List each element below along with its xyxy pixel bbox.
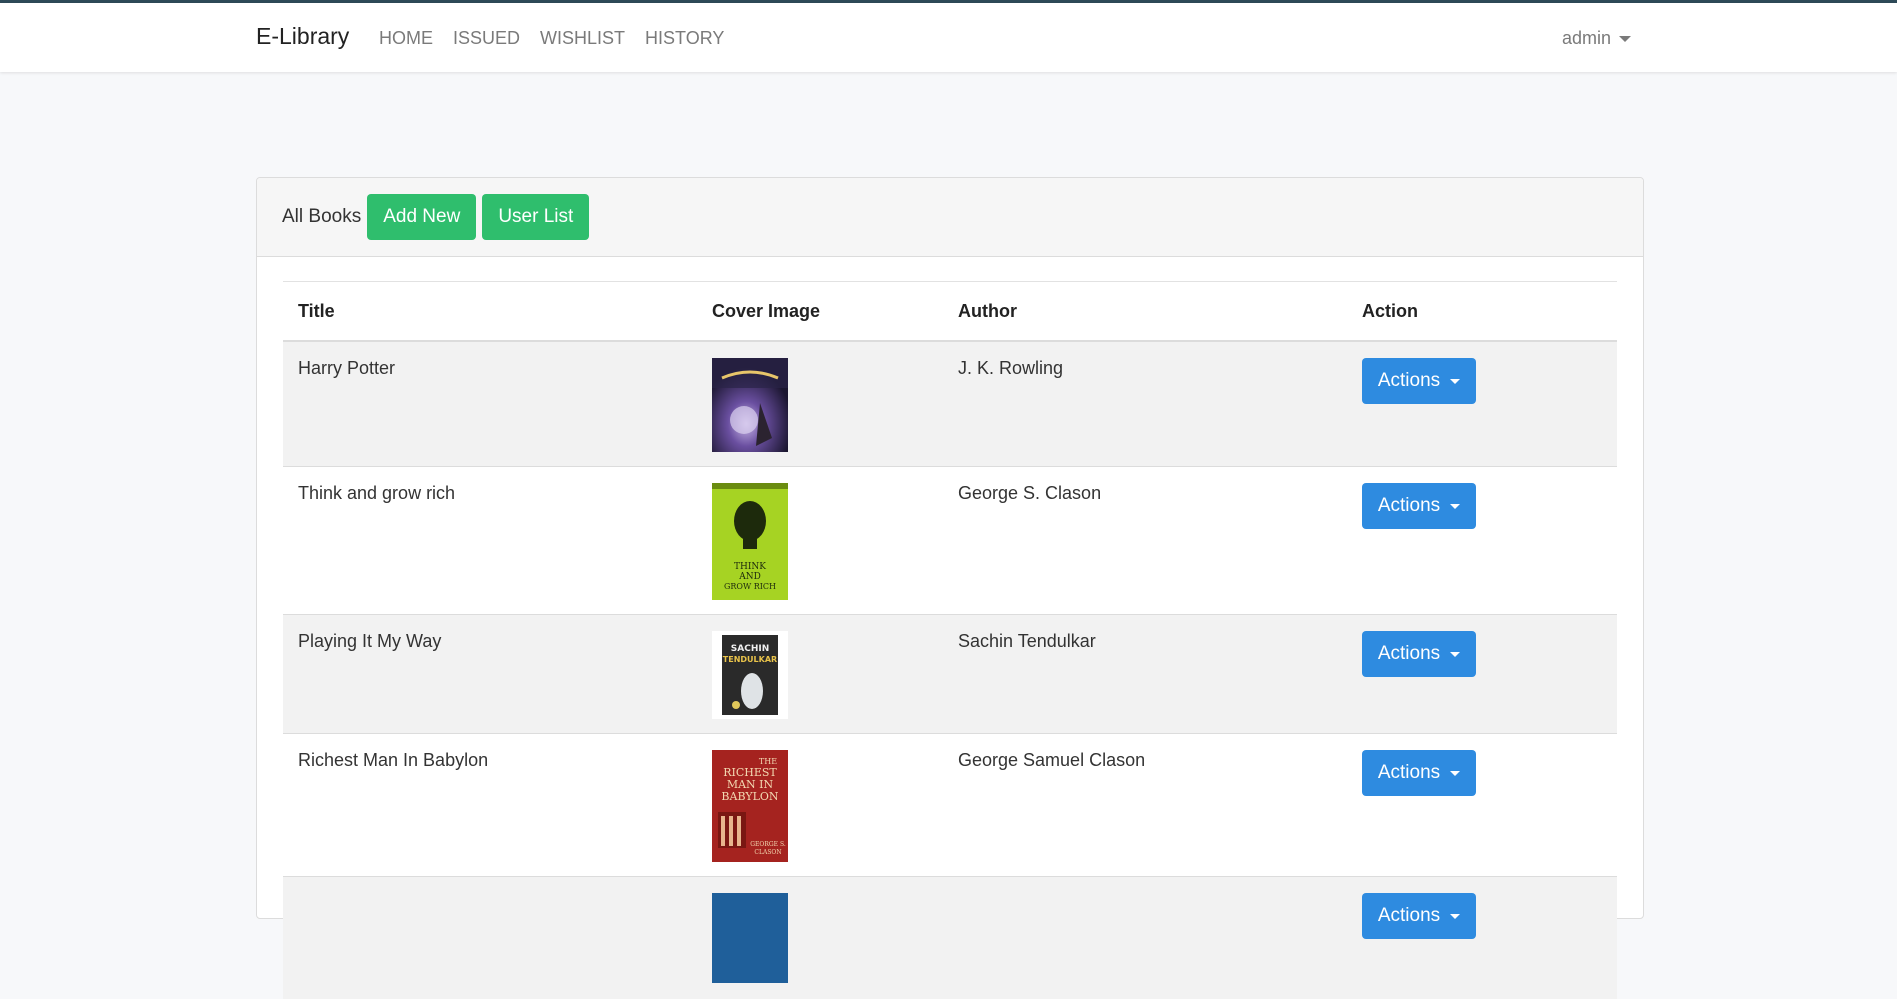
chevron-down-icon — [1450, 914, 1460, 919]
actions-dropdown-button[interactable]: Actions — [1362, 358, 1476, 404]
book-author: Sachin Tendulkar — [943, 615, 1347, 734]
book-cover-image — [712, 358, 788, 452]
actions-label: Actions — [1378, 370, 1440, 392]
book-cover-image: THINK AND GROW RICH — [712, 483, 788, 600]
add-new-button[interactable]: Add New — [367, 194, 476, 240]
book-cover-image: THE RICHEST MAN IN BABYLON GEORGE S. CLA… — [712, 750, 788, 862]
book-title — [283, 877, 697, 999]
action-cell: Actions — [1347, 467, 1617, 615]
table-row: Actions — [283, 877, 1617, 999]
actions-dropdown-button[interactable]: Actions — [1362, 631, 1476, 677]
action-cell: Actions — [1347, 341, 1617, 467]
brand-logo[interactable]: E-Library — [256, 23, 349, 50]
nav-issued[interactable]: ISSUED — [453, 28, 520, 49]
svg-text:BABYLON: BABYLON — [721, 790, 779, 803]
book-author — [943, 877, 1347, 999]
chevron-down-icon — [1450, 652, 1460, 657]
svg-text:TENDULKAR: TENDULKAR — [723, 655, 777, 664]
book-cover-cell — [697, 877, 943, 999]
book-author: J. K. Rowling — [943, 341, 1347, 467]
header-cover: Cover Image — [697, 282, 943, 342]
book-author: George S. Clason — [943, 467, 1347, 615]
navbar: E-Library HOME ISSUED WISHLIST HISTORY a… — [0, 3, 1897, 72]
svg-text:GROW RICH: GROW RICH — [724, 582, 776, 591]
book-cover-cell: THINK AND GROW RICH — [697, 467, 943, 615]
action-cell: Actions — [1347, 877, 1617, 999]
book-cover-image — [712, 893, 788, 983]
header-author: Author — [943, 282, 1347, 342]
book-author: George Samuel Clason — [943, 734, 1347, 877]
book-cover-cell — [697, 341, 943, 467]
table-row: Harry Potter — [283, 341, 1617, 467]
actions-dropdown-button[interactable]: Actions — [1362, 893, 1476, 939]
actions-label: Actions — [1378, 762, 1440, 784]
chevron-down-icon — [1450, 504, 1460, 509]
book-title: Harry Potter — [283, 341, 697, 467]
user-name: admin — [1562, 28, 1611, 49]
chevron-down-icon — [1450, 379, 1460, 384]
card-title: All Books — [282, 206, 361, 228]
user-list-button[interactable]: User List — [482, 194, 589, 240]
table-row: Think and grow rich THINK AND GROW RICH … — [283, 467, 1617, 615]
actions-dropdown-button[interactable]: Actions — [1362, 750, 1476, 796]
chevron-down-icon — [1450, 771, 1460, 776]
actions-label: Actions — [1378, 495, 1440, 517]
actions-label: Actions — [1378, 643, 1440, 665]
card-header: All Books Add New User List — [257, 178, 1643, 257]
book-cover-image: SACHIN TENDULKAR — [712, 631, 788, 719]
svg-text:GEORGE S.: GEORGE S. — [750, 841, 786, 848]
book-title: Richest Man In Babylon — [283, 734, 697, 877]
chevron-down-icon — [1619, 36, 1631, 42]
book-cover-cell: THE RICHEST MAN IN BABYLON GEORGE S. CLA… — [697, 734, 943, 877]
svg-text:THINK: THINK — [734, 562, 766, 572]
nav-links: HOME ISSUED WISHLIST HISTORY — [379, 28, 724, 49]
svg-text:THE: THE — [759, 757, 777, 766]
action-cell: Actions — [1347, 734, 1617, 877]
user-menu[interactable]: admin — [1562, 28, 1631, 49]
nav-wishlist[interactable]: WISHLIST — [540, 28, 625, 49]
book-title: Playing It My Way — [283, 615, 697, 734]
actions-label: Actions — [1378, 905, 1440, 927]
action-cell: Actions — [1347, 615, 1617, 734]
svg-text:SACHIN: SACHIN — [731, 644, 769, 654]
header-action: Action — [1347, 282, 1617, 342]
nav-home[interactable]: HOME — [379, 28, 433, 49]
svg-text:AND: AND — [738, 572, 761, 582]
svg-text:CLASON: CLASON — [754, 849, 781, 856]
table-row: Playing It My Way SACHIN TENDULKAR Sachi… — [283, 615, 1617, 734]
table-header-row: Title Cover Image Author Action — [283, 282, 1617, 342]
books-card: All Books Add New User List Title Cover … — [256, 177, 1644, 919]
table-row: Richest Man In Babylon THE RICHEST MAN I… — [283, 734, 1617, 877]
actions-dropdown-button[interactable]: Actions — [1362, 483, 1476, 529]
book-title: Think and grow rich — [283, 467, 697, 615]
book-cover-cell: SACHIN TENDULKAR — [697, 615, 943, 734]
nav-history[interactable]: HISTORY — [645, 28, 724, 49]
books-table: Title Cover Image Author Action Harry Po… — [283, 281, 1617, 999]
header-title: Title — [283, 282, 697, 342]
